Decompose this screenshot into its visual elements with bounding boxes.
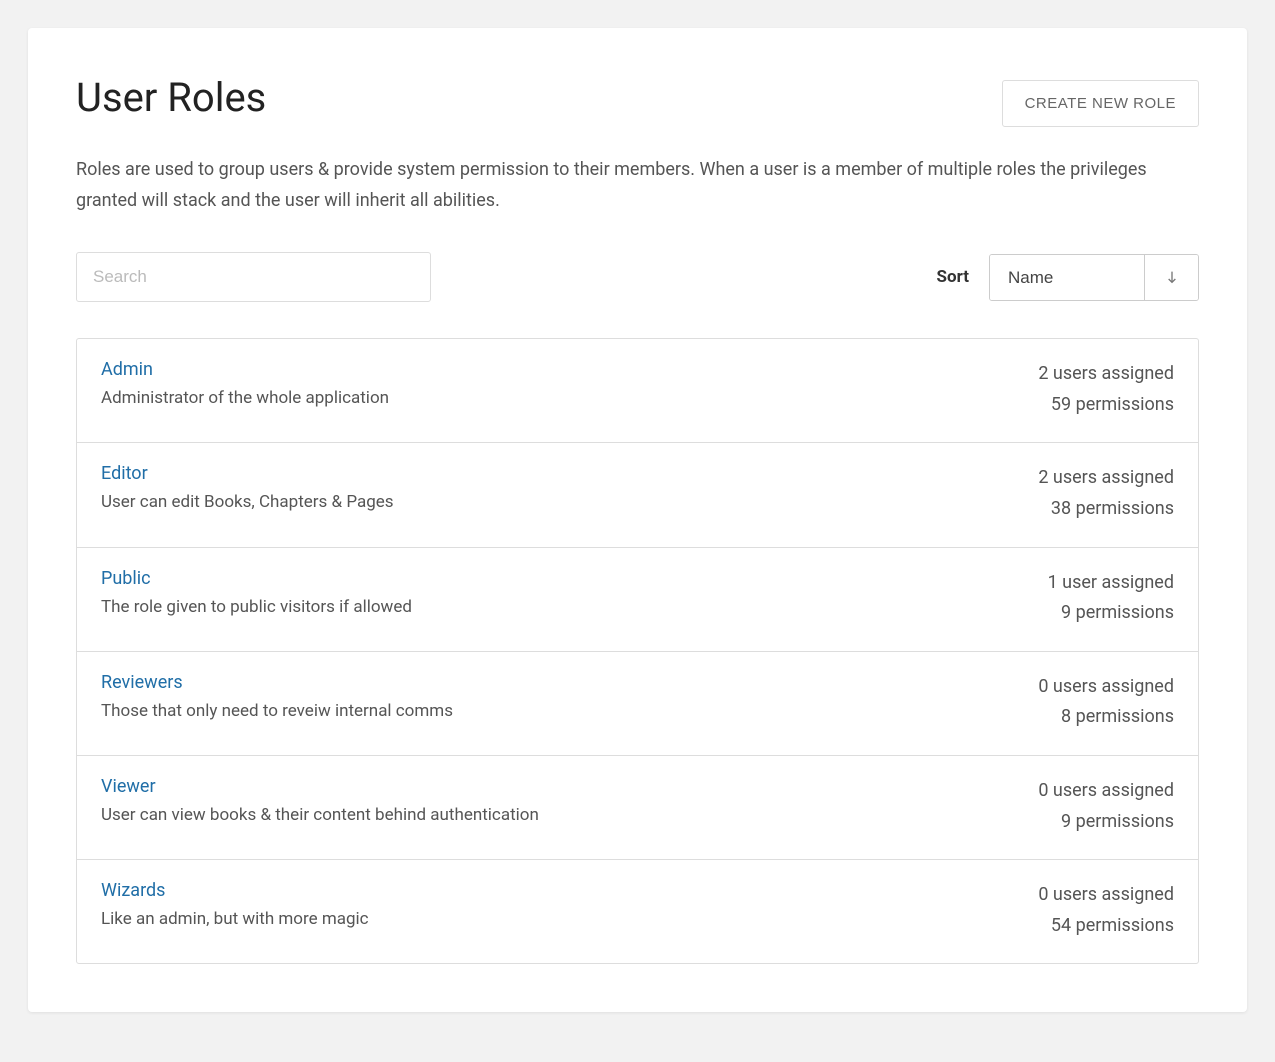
role-name-link[interactable]: Viewer	[101, 776, 156, 797]
role-users-assigned: 0 users assigned	[1038, 776, 1174, 807]
role-users-assigned: 1 user assigned	[1048, 568, 1174, 599]
role-description: Administrator of the whole application	[101, 388, 1038, 408]
role-name-link[interactable]: Public	[101, 568, 151, 589]
header-row: User Roles Create New Role	[76, 76, 1199, 127]
role-item-stats: 2 users assigned 38 permissions	[1038, 463, 1174, 524]
role-permissions: 54 permissions	[1038, 911, 1174, 942]
role-item-info: Admin Administrator of the whole applica…	[101, 359, 1038, 408]
role-item-info: Public The role given to public visitors…	[101, 568, 1048, 617]
role-item: Viewer User can view books & their conte…	[77, 756, 1198, 860]
controls-row: Sort Name	[76, 252, 1199, 302]
role-list: Admin Administrator of the whole applica…	[76, 338, 1199, 964]
page-title: User Roles	[76, 76, 266, 120]
role-users-assigned: 2 users assigned	[1038, 463, 1174, 494]
sort-direction-button[interactable]	[1144, 255, 1198, 300]
sort-group: Sort Name	[937, 254, 1199, 301]
role-permissions: 9 permissions	[1048, 598, 1174, 629]
role-permissions: 38 permissions	[1038, 494, 1174, 525]
role-description: Those that only need to reveiw internal …	[101, 701, 1038, 721]
role-description: User can edit Books, Chapters & Pages	[101, 492, 1038, 512]
sort-controls: Name	[989, 254, 1199, 301]
role-item: Reviewers Those that only need to reveiw…	[77, 652, 1198, 756]
role-users-assigned: 2 users assigned	[1038, 359, 1174, 390]
role-item: Admin Administrator of the whole applica…	[77, 339, 1198, 443]
role-description: The role given to public visitors if all…	[101, 597, 1048, 617]
role-item-stats: 0 users assigned 8 permissions	[1038, 672, 1174, 733]
arrow-down-icon	[1164, 269, 1180, 285]
role-description: User can view books & their content behi…	[101, 805, 1038, 825]
role-permissions: 8 permissions	[1038, 702, 1174, 733]
search-input[interactable]	[76, 252, 431, 302]
role-users-assigned: 0 users assigned	[1038, 672, 1174, 703]
sort-select[interactable]: Name	[990, 255, 1144, 300]
role-name-link[interactable]: Reviewers	[101, 672, 183, 693]
role-permissions: 9 permissions	[1038, 807, 1174, 838]
role-name-link[interactable]: Admin	[101, 359, 153, 380]
role-item-info: Editor User can edit Books, Chapters & P…	[101, 463, 1038, 512]
role-item-stats: 0 users assigned 54 permissions	[1038, 880, 1174, 941]
role-item-stats: 2 users assigned 59 permissions	[1038, 359, 1174, 420]
role-item: Wizards Like an admin, but with more mag…	[77, 860, 1198, 963]
role-item-info: Reviewers Those that only need to reveiw…	[101, 672, 1038, 721]
role-item-stats: 0 users assigned 9 permissions	[1038, 776, 1174, 837]
role-item: Editor User can edit Books, Chapters & P…	[77, 443, 1198, 547]
role-item-stats: 1 user assigned 9 permissions	[1048, 568, 1174, 629]
role-permissions: 59 permissions	[1038, 390, 1174, 421]
create-role-button[interactable]: Create New Role	[1002, 80, 1199, 127]
page-description: Roles are used to group users & provide …	[76, 155, 1199, 216]
role-item-info: Wizards Like an admin, but with more mag…	[101, 880, 1038, 929]
sort-label: Sort	[937, 267, 969, 287]
role-item-info: Viewer User can view books & their conte…	[101, 776, 1038, 825]
role-name-link[interactable]: Editor	[101, 463, 148, 484]
roles-card: User Roles Create New Role Roles are use…	[28, 28, 1247, 1012]
role-users-assigned: 0 users assigned	[1038, 880, 1174, 911]
role-name-link[interactable]: Wizards	[101, 880, 165, 901]
role-description: Like an admin, but with more magic	[101, 909, 1038, 929]
role-item: Public The role given to public visitors…	[77, 548, 1198, 652]
